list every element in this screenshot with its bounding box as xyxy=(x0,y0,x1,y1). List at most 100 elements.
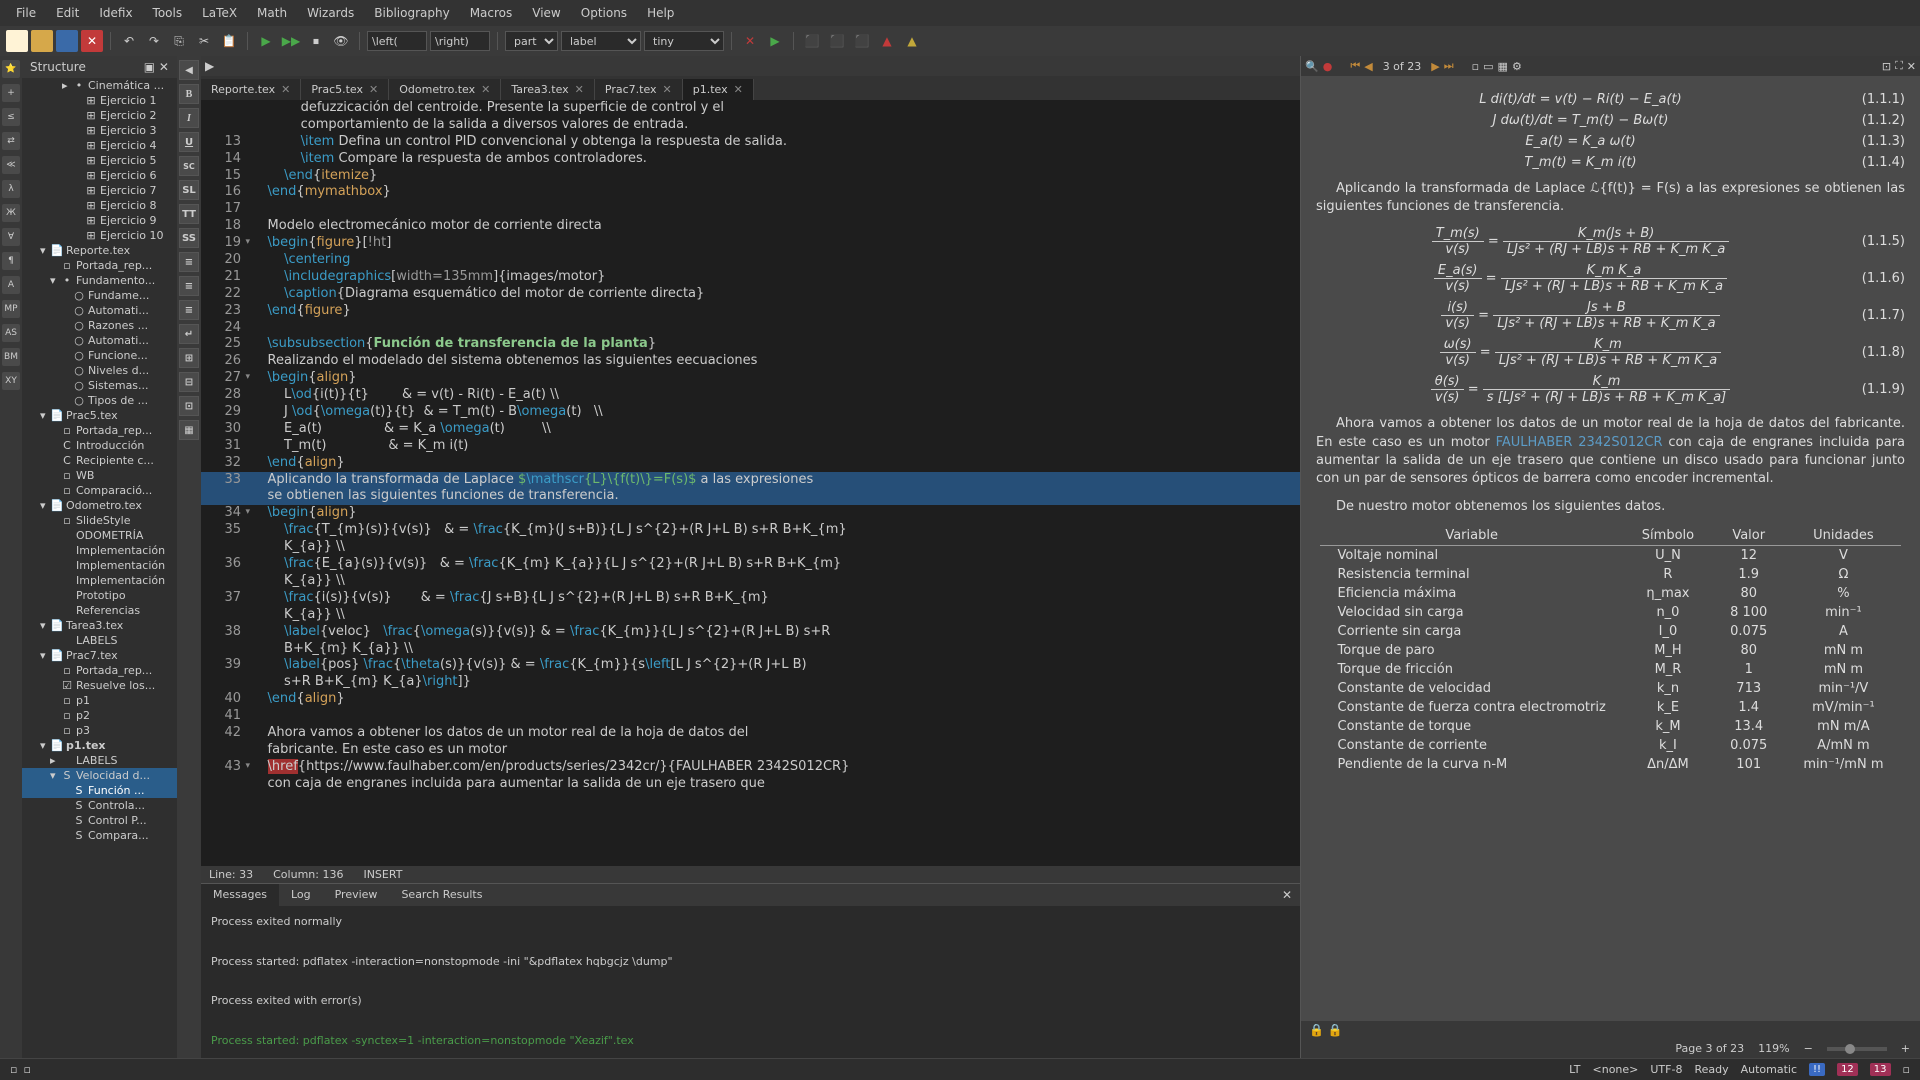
menu-idefix[interactable]: Idefix xyxy=(91,3,140,23)
relations-icon[interactable]: ≤ xyxy=(2,108,20,126)
tree-item[interactable]: ⊞Ejercicio 6 xyxy=(22,168,177,183)
log-tab-preview[interactable]: Preview xyxy=(323,884,390,906)
editor-tab[interactable]: Prac7.tex ✕ xyxy=(595,79,683,100)
symbols-icon[interactable]: + xyxy=(2,84,20,102)
enc-label[interactable]: <none> xyxy=(1593,1063,1639,1076)
sans-icon[interactable]: SS xyxy=(179,228,199,248)
cyrillic-icon[interactable]: Ж xyxy=(2,204,20,222)
greek-icon[interactable]: λ xyxy=(2,180,20,198)
log-tab-search-results[interactable]: Search Results xyxy=(389,884,494,906)
tab-close-icon[interactable]: ✕ xyxy=(575,83,584,96)
tree-item[interactable]: ▫p1 xyxy=(22,693,177,708)
env-icon-4[interactable]: ▦ xyxy=(179,420,199,440)
tree-item[interactable]: CIntroducción xyxy=(22,438,177,453)
italic-icon[interactable]: I xyxy=(179,108,199,128)
tree-item[interactable]: SFunción ... xyxy=(22,783,177,798)
preview-cont-icon[interactable]: ▭ xyxy=(1483,60,1493,73)
zoom-out-icon[interactable]: − xyxy=(1804,1042,1813,1055)
preview-sync-icon[interactable]: ● xyxy=(1323,60,1333,73)
redo-button[interactable]: ↷ xyxy=(143,30,165,52)
slanted-icon[interactable]: SL xyxy=(179,180,199,200)
tree-item[interactable]: SControla... xyxy=(22,798,177,813)
tree-item[interactable]: ⊞Ejercicio 8 xyxy=(22,198,177,213)
editor-tab[interactable]: Odometro.tex ✕ xyxy=(389,79,501,100)
tree-item[interactable]: ○Razones ... xyxy=(22,318,177,333)
tree-item[interactable]: ▫Portada_rep... xyxy=(22,258,177,273)
tab-close-icon[interactable]: ✕ xyxy=(369,83,378,96)
editor-tab[interactable]: p1.tex ✕ xyxy=(683,79,754,100)
tree-item[interactable]: ⊞Ejercicio 7 xyxy=(22,183,177,198)
tree-item[interactable]: ▾📄Prac7.tex xyxy=(22,648,177,663)
preview-expand-icon[interactable]: ⛶ xyxy=(1895,59,1903,73)
stop-button[interactable]: ⏹ xyxy=(305,30,327,52)
tree-item[interactable]: ODOMETRÍA xyxy=(22,528,177,543)
editor-tab[interactable]: Tarea3.tex ✕ xyxy=(501,79,595,100)
tree-item[interactable]: Implementación xyxy=(22,573,177,588)
tree-item[interactable]: SControl P... xyxy=(22,813,177,828)
tree-item[interactable]: ⊞Ejercicio 4 xyxy=(22,138,177,153)
preview-first-icon[interactable]: ⏮ xyxy=(1350,59,1360,73)
label-select[interactable]: label xyxy=(561,31,641,51)
tree-item[interactable]: ▫Comparació... xyxy=(22,483,177,498)
menu-latex[interactable]: LaTeX xyxy=(194,3,245,23)
status-icon-1[interactable]: ▫ xyxy=(10,1063,17,1076)
tree-item[interactable]: ▫WB xyxy=(22,468,177,483)
tree-item[interactable]: ⊞Ejercicio 1 xyxy=(22,93,177,108)
format-button-1[interactable]: ⬛ xyxy=(801,30,823,52)
open-file-button[interactable] xyxy=(31,30,53,52)
tree-item[interactable]: ⊞Ejercicio 9 xyxy=(22,213,177,228)
tab-close-icon[interactable]: ✕ xyxy=(481,83,490,96)
tree-item[interactable]: ▫Portada_rep... xyxy=(22,423,177,438)
menu-help[interactable]: Help xyxy=(639,3,682,23)
menu-wizards[interactable]: Wizards xyxy=(299,3,362,23)
misc-button-1[interactable]: ✕ xyxy=(739,30,761,52)
log-tab-log[interactable]: Log xyxy=(279,884,323,906)
tree-item[interactable]: ▸•Cinemática ... xyxy=(22,78,177,93)
preview-grid-icon[interactable]: ▦ xyxy=(1498,60,1508,73)
tree-item[interactable]: ⊞Ejercicio 2 xyxy=(22,108,177,123)
left-align-icon[interactable]: ≡ xyxy=(179,252,199,272)
tab-close-icon[interactable]: ✕ xyxy=(734,83,743,96)
log-content[interactable]: Process exited normally Process started:… xyxy=(201,906,1300,1058)
save-button[interactable] xyxy=(56,30,78,52)
tree-item[interactable]: ▾📄Prac5.tex xyxy=(22,408,177,423)
utf-label[interactable]: UTF-8 xyxy=(1650,1063,1682,1076)
preview-config-icon[interactable]: ⚙ xyxy=(1512,60,1522,73)
editor-tab[interactable]: Prac5.tex ✕ xyxy=(301,79,389,100)
env-icon-1[interactable]: ⊞ xyxy=(179,348,199,368)
tree-item[interactable]: ▾📄Odometro.tex xyxy=(22,498,177,513)
badge-3[interactable]: 13 xyxy=(1870,1063,1891,1076)
status-icon-3[interactable]: ▫ xyxy=(1903,1063,1910,1076)
smallcaps-icon[interactable]: SC xyxy=(179,156,199,176)
build-view-button[interactable]: ▶▶ xyxy=(280,30,302,52)
lang-tool-label[interactable]: LT xyxy=(1569,1063,1580,1076)
undo-button[interactable]: ↶ xyxy=(118,30,140,52)
env-icon-3[interactable]: ⊡ xyxy=(179,396,199,416)
tree-item[interactable]: ▾SVelocidad d... xyxy=(22,768,177,783)
tree-item[interactable]: ▸LABELS xyxy=(22,753,177,768)
tab-close-icon[interactable]: ✕ xyxy=(281,83,290,96)
menu-bibliography[interactable]: Bibliography xyxy=(366,3,457,23)
paste-button[interactable]: 📋 xyxy=(218,30,240,52)
preview-link-faulhaber[interactable]: FAULHABER 2342S012CR xyxy=(1496,435,1663,450)
underline-icon[interactable]: U xyxy=(179,132,199,152)
size-select[interactable]: tiny xyxy=(644,31,724,51)
preview-close-icon[interactable]: ✕ xyxy=(1907,60,1916,73)
new-file-button[interactable] xyxy=(6,30,28,52)
tree-item[interactable]: Implementación xyxy=(22,543,177,558)
format-button-5[interactable]: ▲ xyxy=(901,30,923,52)
tree-item[interactable]: ○Tipos de ... xyxy=(22,393,177,408)
as-icon[interactable]: AS xyxy=(2,324,20,342)
part-select[interactable]: part xyxy=(505,31,558,51)
close-button[interactable]: ✕ xyxy=(81,30,103,52)
nav-left-icon[interactable]: ◀ xyxy=(179,60,199,80)
tree-item[interactable]: Referencias xyxy=(22,603,177,618)
tree-item[interactable]: ⊞Ejercicio 3 xyxy=(22,123,177,138)
tree-item[interactable]: Implementación xyxy=(22,558,177,573)
format-button-2[interactable]: ⬛ xyxy=(826,30,848,52)
editor-tab[interactable]: Reporte.tex ✕ xyxy=(201,79,301,100)
menu-math[interactable]: Math xyxy=(249,3,295,23)
view-button[interactable]: 👁 xyxy=(330,30,352,52)
tree-item[interactable]: ▫SlideStyle xyxy=(22,513,177,528)
tree-item[interactable]: ○Automati... xyxy=(22,303,177,318)
